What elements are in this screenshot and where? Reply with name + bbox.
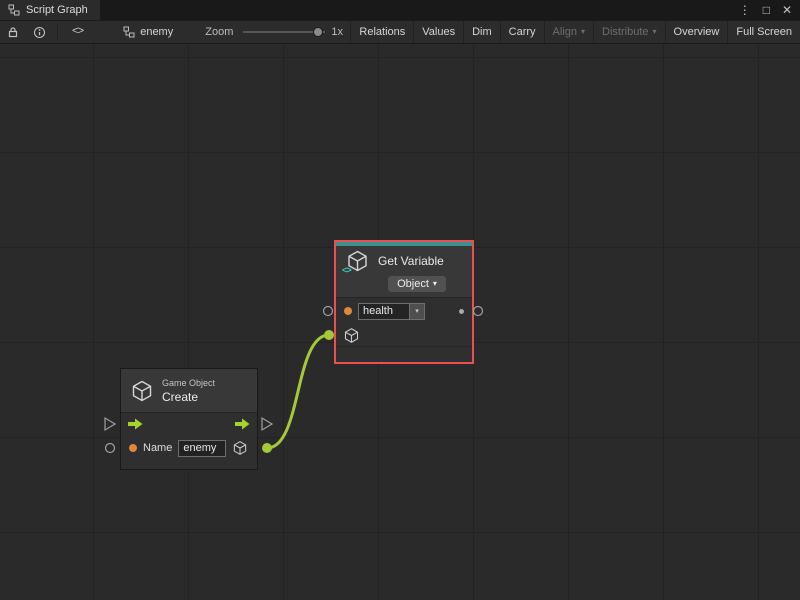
unity-script-graph-window: Script Graph ⋮ □ ✕ <> [0,0,800,600]
align-button[interactable]: Align ▾ [544,21,593,43]
variable-input-port[interactable] [324,307,333,316]
graph-toolbar: <> enemy Zoom 1x Relations Values Dim [0,20,800,44]
padlock-icon [7,26,19,38]
zoom-label: Zoom [205,26,233,38]
graph-asset-icon [123,26,135,38]
flow-output-port[interactable] [262,418,272,430]
zoom-value: 1x [331,26,343,38]
carry-label: Carry [509,26,536,38]
relations-label: Relations [359,26,405,38]
tab-title: Script Graph [26,4,88,16]
align-label: Align [553,26,577,38]
chevron-down-icon: ▾ [581,28,585,36]
zoom-slider[interactable] [243,25,325,39]
dim-button[interactable]: Dim [463,21,500,43]
connections-overlay [0,44,800,600]
script-graph-icon [8,4,20,16]
dim-label: Dim [472,26,492,38]
values-label: Values [422,26,455,38]
graph-canvas[interactable]: <> Get Variable Object ▾ health ▾ [0,44,800,600]
fullscreen-button[interactable]: Full Screen [727,21,800,43]
zoom-slider-handle[interactable] [313,27,323,37]
name-input-port[interactable] [106,444,115,453]
graph-name: enemy [140,26,173,38]
distribute-label: Distribute [602,26,648,38]
overview-button[interactable]: Overview [665,21,728,43]
tab-script-graph[interactable]: Script Graph [0,0,100,20]
flow-input-port[interactable] [105,418,115,430]
distribute-button[interactable]: Distribute ▾ [593,21,664,43]
fullscreen-label: Full Screen [736,26,792,38]
object-output-port-connected[interactable] [262,443,272,453]
overview-label: Overview [674,26,720,38]
chevron-down-icon: ▾ [653,28,657,36]
window-controls: ⋮ □ ✕ [739,0,800,20]
info-circle-icon [33,26,46,39]
object-input-port-connected[interactable] [324,330,334,340]
menu-icon[interactable]: ⋮ [739,4,751,16]
wire-create-to-get-variable[interactable] [267,335,329,448]
info-icon[interactable] [26,21,53,43]
toolbar-buttons: Relations Values Dim Carry Align ▾ Distr… [350,21,800,43]
toolbar-separator [57,25,58,39]
values-button[interactable]: Values [413,21,463,43]
code-view-icon[interactable]: <> [62,21,93,43]
maximize-icon[interactable]: □ [763,4,770,16]
lock-icon[interactable] [0,21,26,43]
value-output-port[interactable] [474,307,483,316]
titlebar: Script Graph ⋮ □ ✕ [0,0,800,20]
relations-button[interactable]: Relations [350,21,413,43]
carry-button[interactable]: Carry [500,21,544,43]
graph-reference[interactable]: enemy [123,26,173,38]
close-icon[interactable]: ✕ [782,4,792,16]
